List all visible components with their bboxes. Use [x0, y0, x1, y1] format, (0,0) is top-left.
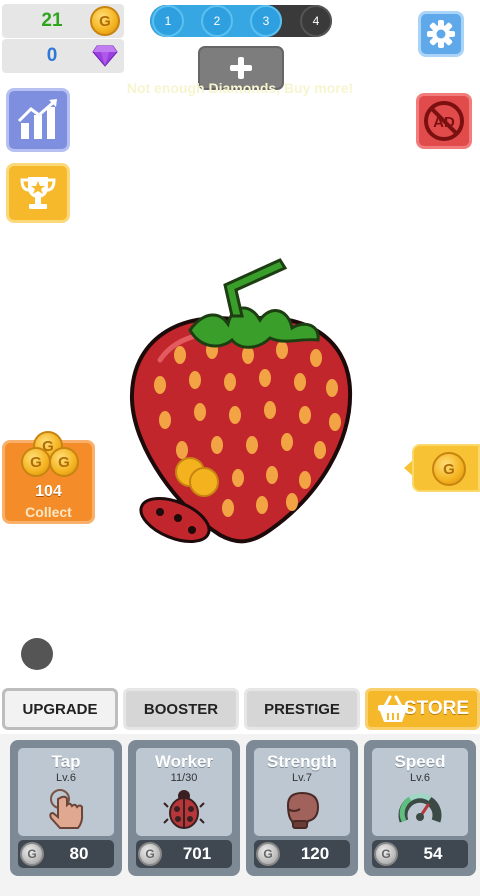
strawberry-seed [310, 349, 322, 367]
price-coin-icon: G [256, 842, 280, 866]
card-price: 80 [69, 844, 89, 863]
level-node-4: 4 [300, 5, 332, 37]
tab-prestige[interactable]: PRESTIGE [244, 688, 360, 730]
strawberry-seed [266, 466, 278, 484]
strawberry-seed [194, 403, 206, 421]
no-ads-icon: AD [424, 101, 464, 141]
level-node-2: 2 [201, 5, 233, 37]
ladybug-icon [163, 790, 205, 829]
gold-amount: 21 [41, 10, 63, 31]
price-bar: G 80 [18, 840, 114, 868]
no-ads-button[interactable]: AD [416, 93, 472, 149]
tab-booster[interactable]: BOOSTER [123, 688, 239, 730]
card-level: Lv.6 [56, 772, 76, 784]
strawberry-seed [326, 379, 338, 397]
collect-amount: 104 [35, 483, 62, 500]
strawberry-seed [222, 499, 234, 517]
price-bar: G 701 [136, 840, 232, 868]
coin-offer-button[interactable]: G [412, 444, 480, 492]
gold-counter: 21 G [2, 4, 124, 38]
upgrade-card-worker[interactable]: Worker 11/30 G 701 [128, 740, 240, 876]
trophy-icon [20, 177, 56, 209]
stacked-coin-icon: G [21, 447, 51, 477]
strawberry-seed [299, 471, 311, 489]
settings-button[interactable] [418, 11, 464, 57]
gear-icon [427, 20, 455, 48]
collect-button[interactable]: G G G 104 Collect [2, 431, 95, 524]
strawberry-seed [256, 496, 268, 514]
trophy-button[interactable] [6, 163, 70, 223]
store-label: STORE [403, 698, 469, 719]
strawberry-seed [276, 341, 288, 359]
collect-label: Collect [25, 504, 72, 520]
gold-coin-icon: G [90, 6, 120, 36]
strawberry-seed [314, 441, 326, 459]
card-level: Lv.6 [410, 772, 430, 784]
price-coin-icon: G [374, 842, 398, 866]
chart-icon [17, 99, 57, 139]
card-face: Worker 11/30 [136, 748, 232, 836]
strawberry-seed [246, 436, 258, 454]
tab-store[interactable]: STORE [365, 688, 480, 730]
strawberry-seed [299, 406, 311, 424]
level-node-3: 3 [250, 5, 282, 37]
card-face: Speed Lv.6 [372, 748, 468, 836]
strawberry-seed [189, 371, 201, 389]
upgrade-card-strength[interactable]: Strength Lv.7 G 120 [246, 740, 358, 876]
card-title: Speed [394, 752, 446, 771]
strawberry-tap-target[interactable] [120, 250, 360, 550]
tap-hand-icon [49, 789, 84, 829]
card-level: Lv.7 [292, 772, 312, 784]
upgrade-card-tap[interactable]: Tap Lv.6 G 80 [10, 740, 122, 876]
strawberry-seed [229, 406, 241, 424]
basket-icon [378, 695, 408, 722]
strawberry-seed [176, 441, 188, 459]
card-face: Tap Lv.6 [18, 748, 114, 836]
upgrade-card-speed[interactable]: Speed Lv.6 G 54 [364, 740, 476, 876]
strawberry-seed [159, 411, 171, 429]
tab-upgrade[interactable]: UPGRADE [2, 688, 118, 730]
card-price: 701 [182, 844, 212, 863]
card-price: 54 [423, 844, 443, 863]
plus-icon [230, 57, 252, 79]
speedometer-icon [398, 793, 442, 823]
card-title: Worker [154, 752, 214, 771]
stats-button[interactable] [6, 88, 70, 152]
strawberry-seed [286, 493, 298, 511]
price-bar: G 120 [254, 840, 350, 868]
strawberry-seed [264, 401, 276, 419]
card-title: Strength [267, 752, 337, 771]
strawberry-seed [329, 413, 341, 431]
strawberry-seed [211, 436, 223, 454]
notice-text: Not enough Diamonds, Buy more! [126, 80, 354, 96]
strawberry-seed [281, 433, 293, 451]
level-node-1: 1 [152, 5, 184, 37]
price-coin-icon: G [138, 842, 162, 866]
strawberry-seed [224, 373, 236, 391]
card-count: 11/30 [170, 772, 198, 784]
strawberry-seed [294, 373, 306, 391]
gem-counter: 0 [2, 39, 124, 73]
stacked-coin-icon: G [49, 447, 79, 477]
gem-amount: 0 [46, 45, 58, 66]
price-bar: G 54 [372, 840, 468, 868]
diamond-icon [92, 45, 118, 67]
strawberry-seed [174, 346, 186, 364]
card-title: Tap [51, 752, 81, 771]
offer-coin-icon: G [432, 452, 466, 486]
strawberry-seed [232, 469, 244, 487]
boxing-glove-icon [286, 791, 320, 829]
strawberry-seed [259, 369, 271, 387]
card-face: Strength Lv.7 [254, 748, 350, 836]
strawberry-seed [154, 376, 166, 394]
price-coin-icon: G [20, 842, 44, 866]
card-price: 120 [300, 844, 330, 863]
floating-dot-button[interactable] [21, 638, 53, 670]
